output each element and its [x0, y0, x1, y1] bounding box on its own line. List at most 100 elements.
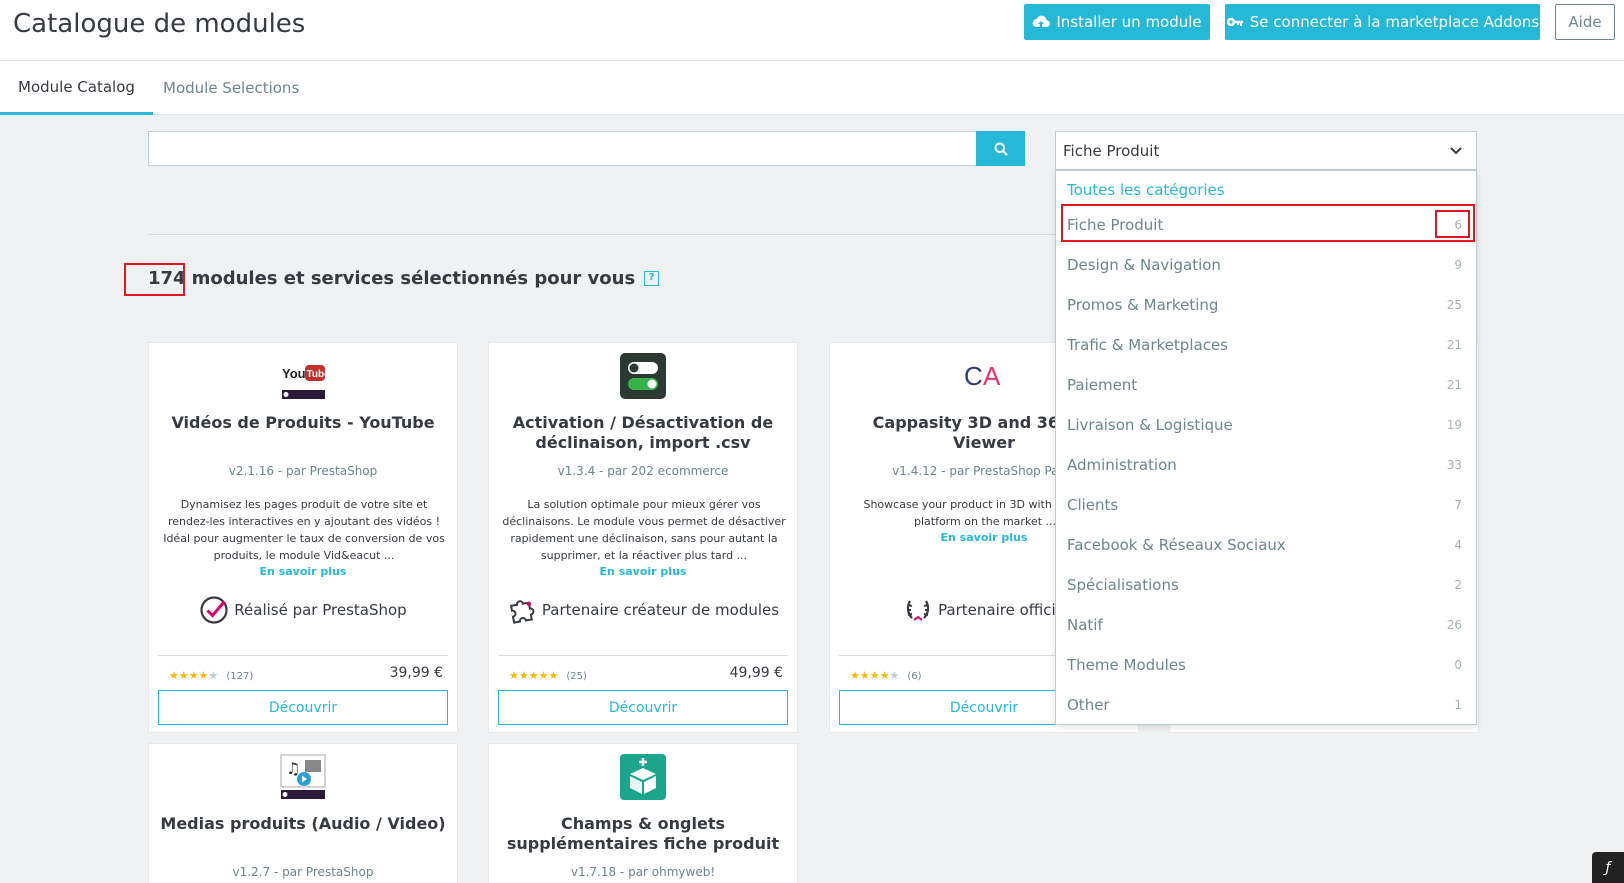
highlight-box — [1435, 210, 1470, 238]
module-version: v1.7.18 - par ohmyweb! — [570, 865, 716, 879]
search-button[interactable] — [976, 131, 1025, 166]
module-title: Vidéos de Produits - YouTube — [171, 413, 435, 432]
module-card: You Tube Vidéos de Produits - YouTube v2… — [148, 342, 458, 733]
key-icon — [1226, 17, 1243, 27]
badge-label: Réalisé par PrestaShop — [234, 601, 407, 619]
page-header: Catalogue de modules Installer un module… — [0, 0, 1624, 61]
category-option-clients[interactable]: Clients 7 — [1056, 486, 1476, 524]
option-label: Clients — [1067, 496, 1119, 514]
cappasity-logo: C A — [962, 357, 1006, 393]
option-count: 33 — [1446, 458, 1462, 472]
module-version: v1.2.7 - par PrestaShop — [232, 865, 374, 879]
learn-more-link[interactable]: En savoir plus — [149, 565, 457, 578]
svg-text:Tube: Tube — [307, 369, 326, 380]
toggle-logo — [620, 353, 666, 399]
category-option-design-navigation[interactable]: Design & Navigation 9 — [1056, 246, 1476, 284]
module-card: Champs & onglets supplémentaires fiche p… — [488, 743, 798, 883]
laurel-icon — [906, 600, 930, 621]
option-count: 4 — [1454, 538, 1462, 552]
symfony-icon: ƒ — [1605, 859, 1611, 876]
option-label: Theme Modules — [1067, 656, 1186, 674]
option-label: Promos & Marketing — [1067, 296, 1219, 314]
discover-button[interactable]: Découvrir — [498, 690, 788, 725]
category-option-livraison-logistique[interactable]: Livraison & Logistique 19 — [1056, 406, 1476, 444]
tab-bar: Module Catalog Module Selections — [0, 61, 1624, 115]
badge-label: Partenaire officie — [938, 601, 1065, 619]
category-option-theme-modules[interactable]: Theme Modules 0 — [1056, 646, 1476, 684]
option-count: 0 — [1454, 658, 1462, 672]
category-option-administration[interactable]: Administration 33 — [1056, 446, 1476, 484]
page-title: Catalogue de modules — [13, 9, 306, 39]
tab-module-selections[interactable]: Module Selections — [145, 61, 317, 115]
category-option-facebook-reseaux-sociaux[interactable]: Facebook & Réseaux Sociaux 4 — [1056, 526, 1476, 564]
option-label: Paiement — [1067, 376, 1138, 394]
svg-text:A: A — [983, 361, 1001, 391]
category-select[interactable]: Fiche Produit — [1055, 131, 1477, 170]
box-logo — [620, 754, 666, 800]
option-label: Spécialisations — [1067, 576, 1179, 594]
star-empty-icon: ★ — [889, 669, 900, 682]
category-option-specialisations[interactable]: Spécialisations 2 — [1056, 566, 1476, 604]
discover-button[interactable]: Découvrir — [158, 690, 448, 725]
help-label: Aide — [1568, 13, 1602, 31]
module-title: Medias produits (Audio / Video) — [160, 814, 446, 833]
tab-module-catalog[interactable]: Module Catalog — [0, 61, 153, 115]
media-logo: ♫ — [280, 754, 326, 800]
option-count: 9 — [1454, 258, 1462, 272]
option-count: 7 — [1454, 498, 1462, 512]
results-text: modules et services sélectionnés pour vo… — [191, 268, 636, 289]
learn-more-link[interactable]: En savoir plus — [489, 565, 797, 578]
discover-label: Découvrir — [268, 699, 338, 716]
symfony-toolbar-toggle[interactable]: ƒ — [1592, 852, 1624, 883]
option-count: 1 — [1454, 698, 1462, 712]
option-count: 26 — [1446, 618, 1462, 632]
review-count: (6) — [907, 671, 922, 682]
category-option-natif[interactable]: Natif 26 — [1056, 606, 1476, 644]
search-input[interactable] — [148, 131, 977, 166]
option-label: Administration — [1067, 456, 1177, 474]
discover-label: Découvrir — [608, 699, 678, 716]
module-title: Activation / Désactivation de déclinaiso… — [512, 413, 774, 452]
results-heading: 174 modules et services sélectionnés pou… — [148, 268, 660, 289]
help-button[interactable]: Aide — [1555, 4, 1615, 40]
cloud-upload-icon — [1032, 15, 1051, 27]
category-option-other[interactable]: Other 1 — [1056, 686, 1476, 724]
connect-marketplace-label: Se connecter à la marketplace Addons — [1249, 13, 1540, 31]
option-label: Natif — [1067, 616, 1103, 634]
module-version: v1.3.4 - par 202 ecommerce — [557, 464, 729, 478]
badge-label: Partenaire créateur de modules — [541, 601, 780, 619]
option-label: Toutes les catégories — [1067, 181, 1225, 199]
tab-label: Module Catalog — [18, 77, 135, 96]
module-card: ♫ Medias produits (Audio / Video) v1.2.7… — [148, 743, 458, 883]
option-label: Facebook & Réseaux Sociaux — [1067, 536, 1286, 554]
category-option-paiement[interactable]: Paiement 21 — [1056, 366, 1476, 404]
option-label: Other — [1067, 696, 1110, 714]
option-label: Livraison & Logistique — [1067, 416, 1233, 434]
star-icon: ★★★★ — [169, 669, 209, 682]
chevron-down-icon — [1450, 147, 1462, 155]
highlight-box — [1061, 204, 1475, 242]
discover-label: Découvrir — [949, 699, 1019, 716]
option-label: Trafic & Marketplaces — [1067, 336, 1228, 354]
youtube-logo: You Tube — [281, 363, 330, 401]
connect-marketplace-button[interactable]: Se connecter à la marketplace Addons — [1225, 4, 1540, 40]
check-badge-icon — [200, 596, 228, 624]
module-version: v2.1.16 - par PrestaShop — [228, 464, 378, 478]
module-description: Dynamisez les pages produit de votre sit… — [163, 498, 445, 562]
svg-text:You: You — [282, 366, 306, 381]
category-option-promos-marketing[interactable]: Promos & Marketing 25 — [1056, 286, 1476, 324]
option-count: 19 — [1446, 418, 1462, 432]
review-count: (25) — [566, 671, 587, 682]
help-icon[interactable]: ? — [644, 271, 660, 286]
option-label: Design & Navigation — [1067, 256, 1221, 274]
puzzle-icon — [509, 600, 535, 624]
rating: ★★★★★ (25) — [509, 669, 587, 682]
install-module-button[interactable]: Installer un module — [1024, 4, 1210, 40]
tab-label: Module Selections — [163, 79, 300, 97]
module-badge: Réalisé par PrestaShop — [149, 595, 457, 625]
category-option-trafic-marketplaces[interactable]: Trafic & Marketplaces 21 — [1056, 326, 1476, 364]
module-price: 39,99 € — [389, 665, 443, 681]
highlight-box — [124, 263, 185, 296]
module-card: Activation / Désactivation de déclinaiso… — [488, 342, 798, 733]
option-count: 25 — [1446, 298, 1462, 312]
